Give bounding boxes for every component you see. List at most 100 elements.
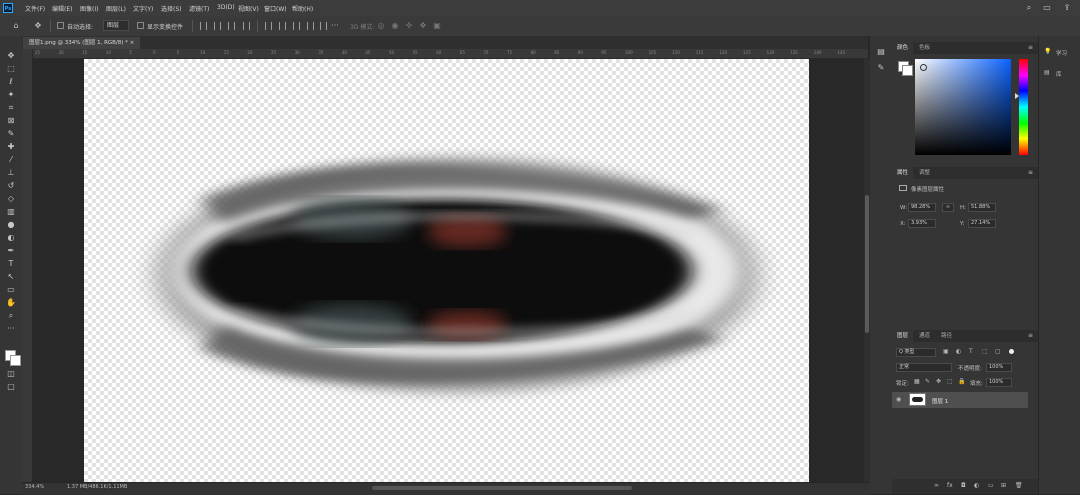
3d-roll-icon[interactable]: ◉ — [390, 21, 400, 31]
menu-item[interactable]: 选择(S) — [161, 4, 182, 13]
x-field[interactable]: 3.93% — [908, 219, 936, 228]
share-icon[interactable]: ⇪ — [1062, 3, 1072, 13]
close-icon[interactable]: × — [130, 40, 135, 46]
auto-select-checkbox[interactable] — [57, 22, 64, 29]
path-selection-tool-icon[interactable]: ↖ — [5, 271, 17, 283]
menu-item[interactable]: 滤镜(T) — [189, 4, 209, 13]
layer-thumbnail[interactable] — [909, 393, 926, 406]
tab-adjustments[interactable]: 调整 — [914, 167, 935, 179]
lock-all-icon[interactable]: 🔒 — [958, 378, 965, 386]
workspace-icon[interactable]: ▭ — [1042, 3, 1052, 13]
layer-name[interactable]: 图层 1 — [932, 397, 948, 405]
panel-menu-icon[interactable]: ≡ — [1028, 44, 1033, 52]
healing-brush-tool-icon[interactable]: ✚ — [5, 141, 17, 153]
document-size[interactable]: 1.37 MB/486.1K/1.11MB — [67, 484, 127, 490]
brush-tool-icon[interactable]: ⁄ — [5, 154, 17, 166]
tab-swatches[interactable]: 色板 — [914, 42, 935, 54]
new-adjustment-layer-icon[interactable]: ◐ — [974, 482, 979, 490]
menu-item[interactable]: 视图(V) — [238, 4, 259, 13]
eyedropper-tool-icon[interactable]: ✎ — [5, 128, 17, 140]
distribute-left-icon[interactable] — [307, 22, 314, 30]
align-right-icon[interactable] — [228, 22, 235, 30]
dodge-tool-icon[interactable]: ◐ — [5, 232, 17, 244]
3d-slide-icon[interactable]: ✥ — [418, 21, 428, 31]
hue-slider[interactable] — [1019, 59, 1028, 155]
history-brush-tool-icon[interactable]: ↺ — [5, 180, 17, 192]
lock-pixels-icon[interactable]: ✎ — [925, 378, 930, 386]
move-tool-icon[interactable]: ✥ — [33, 21, 43, 31]
filter-smart-object-icon[interactable]: ▢ — [995, 348, 1001, 356]
layer-filter-dropdown[interactable]: Q 类型 — [896, 348, 936, 357]
crop-tool-icon[interactable]: ⌗ — [5, 102, 17, 114]
align-center-icon[interactable] — [214, 22, 221, 30]
filter-pixel-icon[interactable]: ▣ — [943, 348, 949, 356]
tab-color[interactable]: 颜色 — [892, 42, 914, 54]
filter-type-icon[interactable]: T — [969, 348, 973, 356]
menu-item[interactable]: 图像(I) — [80, 4, 98, 13]
distribute-top-icon[interactable] — [265, 22, 272, 30]
lock-transparent-icon[interactable]: ▦ — [914, 378, 920, 386]
add-mask-icon[interactable]: ◘ — [961, 482, 966, 490]
lock-position-icon[interactable]: ✥ — [936, 378, 941, 386]
distribute-right-icon[interactable] — [320, 22, 327, 30]
tab-channels[interactable]: 通道 — [914, 330, 935, 342]
link-layers-icon[interactable]: ∞ — [934, 482, 939, 490]
y-field[interactable]: 27.14% — [968, 219, 996, 228]
eye-icon[interactable]: ◉ — [896, 396, 901, 404]
3d-scale-icon[interactable]: ▣ — [432, 21, 442, 31]
tab-properties[interactable]: 属性 — [892, 167, 914, 179]
marquee-tool-icon[interactable]: ⬚ — [5, 63, 17, 75]
menu-item[interactable]: 窗口(W) — [264, 4, 287, 13]
color-picker-cursor[interactable] — [920, 64, 927, 71]
shape-tool-icon[interactable]: ▭ — [5, 284, 17, 296]
photoshop-logo-icon[interactable]: Ps — [3, 3, 13, 13]
menu-item[interactable]: 编辑(E) — [52, 4, 72, 13]
background-color-swatch[interactable] — [902, 65, 913, 76]
distribute-middle-icon[interactable] — [279, 22, 286, 30]
type-tool-icon[interactable]: T — [5, 258, 17, 270]
canvas-area[interactable] — [32, 59, 864, 482]
fill-field[interactable]: 100% — [986, 378, 1012, 387]
menu-item[interactable]: 3D(D) — [217, 4, 235, 11]
blend-mode-dropdown[interactable]: 正常 — [896, 363, 952, 372]
eraser-tool-icon[interactable]: ◇ — [5, 193, 17, 205]
menu-item[interactable]: 文件(F) — [25, 4, 45, 13]
lock-artboard-icon[interactable]: ⬚ — [947, 378, 953, 386]
height-field[interactable]: 51.88% — [968, 203, 996, 212]
library-icon[interactable]: ▤ — [1044, 69, 1050, 77]
3d-pan-icon[interactable]: ✣ — [404, 21, 414, 31]
horizontal-scroll-thumb[interactable] — [372, 486, 632, 490]
distribute-bottom-icon[interactable] — [293, 22, 300, 30]
stamp-tool-icon[interactable]: ⊥ — [5, 167, 17, 179]
zoom-level[interactable]: 334.4% — [25, 484, 44, 490]
screen-mode-icon[interactable]: ▢ — [5, 381, 17, 393]
3d-orbit-icon[interactable]: ◎ — [376, 21, 386, 31]
history-panel-icon[interactable]: ▤ — [875, 46, 887, 58]
align-top-icon[interactable] — [243, 22, 250, 30]
new-group-icon[interactable]: ▭ — [988, 482, 994, 490]
lightbulb-icon[interactable]: 💡 — [1044, 48, 1051, 56]
layer-style-icon[interactable]: fx — [947, 482, 953, 490]
frame-tool-icon[interactable]: ⊠ — [5, 115, 17, 127]
menu-item[interactable]: 帮助(H) — [292, 4, 313, 13]
link-dimensions-icon[interactable]: ∞ — [942, 203, 954, 212]
quick-mask-icon[interactable]: ◫ — [5, 368, 17, 380]
filter-adjustment-icon[interactable]: ◐ — [956, 348, 961, 356]
move-tool-icon[interactable]: ✥ — [5, 50, 17, 62]
more-options-icon[interactable]: ··· — [330, 21, 340, 31]
filter-shape-icon[interactable]: ⬚ — [982, 348, 988, 356]
filter-toggle-icon[interactable] — [1009, 349, 1014, 354]
hand-tool-icon[interactable]: ✋ — [5, 297, 17, 309]
panel-menu-icon[interactable]: ≡ — [1028, 169, 1033, 177]
library-label[interactable]: 库 — [1056, 70, 1062, 78]
vertical-scroll-thumb[interactable] — [865, 195, 869, 333]
menu-item[interactable]: 文字(Y) — [133, 4, 153, 13]
menu-item[interactable]: 图层(L) — [106, 4, 126, 13]
zoom-tool-icon[interactable]: ⌕ — [5, 310, 17, 322]
hue-slider-marker[interactable] — [1015, 93, 1019, 99]
tab-layers[interactable]: 图层 — [892, 330, 914, 342]
panel-menu-icon[interactable]: ≡ — [1028, 332, 1033, 340]
blur-tool-icon[interactable]: ● — [5, 219, 17, 231]
more-tools-icon[interactable]: ··· — [5, 323, 17, 335]
auto-select-dropdown[interactable]: 图层 — [103, 20, 129, 31]
